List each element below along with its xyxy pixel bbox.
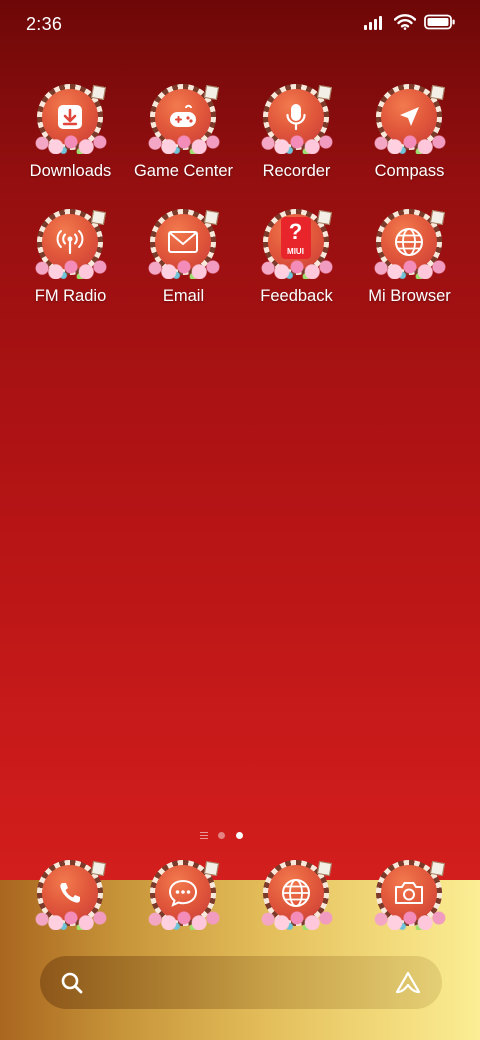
app-icon-frame [371,207,448,283]
dock-app-messages[interactable] [127,858,240,934]
app-label: Recorder [262,162,331,180]
app-icon-frame [32,82,109,158]
app-icon-frame: ? MIUI [258,207,335,283]
app-fm-radio[interactable]: FM Radio [14,207,127,306]
app-icon-frame [258,858,335,934]
app-label: Mi Browser [368,287,451,305]
app-icon-frame [145,207,222,283]
dock-apps [0,860,480,956]
dock-app-camera[interactable] [353,858,466,934]
app-icon-frame [32,858,109,934]
question-icon: ? MIUI [280,217,311,259]
status-icons [364,14,456,30]
assistant-icon[interactable] [394,970,422,996]
dock-app-browser[interactable] [240,858,353,934]
search-icon[interactable] [60,971,84,995]
wifi-icon [394,14,416,30]
app-label: Game Center [133,162,234,180]
app-icon-frame [32,207,109,283]
app-row-1: Downloads Game Center Recorder Compass [0,82,480,202]
status-time: 2:36 [26,14,63,34]
app-game-center[interactable]: Game Center [127,82,240,181]
app-label: Compass [374,162,445,180]
status-bar: 2:36 [0,0,480,50]
app-label: Email [162,287,205,305]
app-email[interactable]: Email [127,207,240,306]
app-icon-frame [145,858,222,934]
app-icon-frame [371,858,448,934]
app-feedback[interactable]: ? MIUI Feedback [240,207,353,306]
app-icon-frame [258,82,335,158]
signal-icon [364,14,386,30]
page-dot-active [236,832,243,839]
app-label: FM Radio [34,287,107,305]
app-row-2: FM Radio Email ? MIUI Feedback Mi Browse… [0,207,480,327]
app-icon-frame [145,82,222,158]
app-downloads[interactable]: Downloads [14,82,127,181]
app-label: Feedback [260,287,333,305]
page-dot [218,832,225,839]
search-bar[interactable] [40,956,442,1009]
dock-app-phone[interactable] [14,858,127,934]
app-recorder[interactable]: Recorder [240,82,353,181]
app-icon-frame [371,82,448,158]
feed-page-icon [200,832,208,840]
battery-icon [424,14,456,30]
app-mi-browser[interactable]: Mi Browser [353,207,466,306]
page-indicator[interactable] [0,831,480,841]
app-compass[interactable]: Compass [353,82,466,181]
app-label: Downloads [29,162,112,180]
